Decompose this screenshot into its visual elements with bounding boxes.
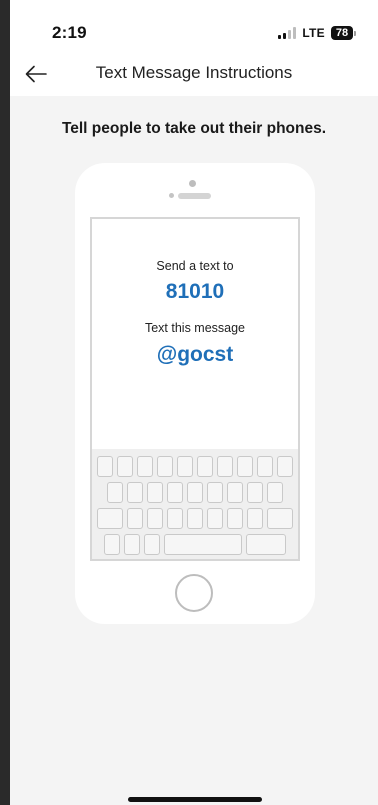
phone-sensor-dot xyxy=(189,180,196,187)
page-title: Text Message Instructions xyxy=(95,63,293,82)
keyboard-illustration xyxy=(92,449,298,559)
status-indicators: LTE 78 xyxy=(278,25,356,41)
status-time: 2:19 xyxy=(52,23,87,42)
send-label: Send a text to xyxy=(156,259,234,273)
instruction-text: Tell people to take out their phones. xyxy=(61,120,327,137)
shortcode-number: 81010 xyxy=(165,280,225,303)
network-label: LTE xyxy=(302,26,325,40)
keyboard-row xyxy=(92,482,298,503)
message-label: Text this message xyxy=(144,321,246,335)
battery-icon: 78 xyxy=(331,26,356,40)
header-area: 2:19 LTE 78 Text Message Instructions xyxy=(10,0,378,96)
home-indicator xyxy=(128,797,262,802)
keyboard-row xyxy=(92,508,298,529)
keyboard-row xyxy=(92,456,298,477)
app-screen: 2:19 LTE 78 Text Message Instructions Te… xyxy=(10,0,378,805)
message-keyword: @gocst xyxy=(156,343,234,366)
phone-camera-dot xyxy=(169,193,174,198)
signal-icon xyxy=(278,27,297,39)
phone-home-button xyxy=(175,574,213,612)
keyboard-row xyxy=(92,534,298,555)
phone-speaker xyxy=(178,193,211,199)
battery-level: 78 xyxy=(331,26,353,40)
phone-screen: Send a text to 81010 Text this message @… xyxy=(90,217,300,561)
phone-illustration: Send a text to 81010 Text this message @… xyxy=(75,163,315,624)
